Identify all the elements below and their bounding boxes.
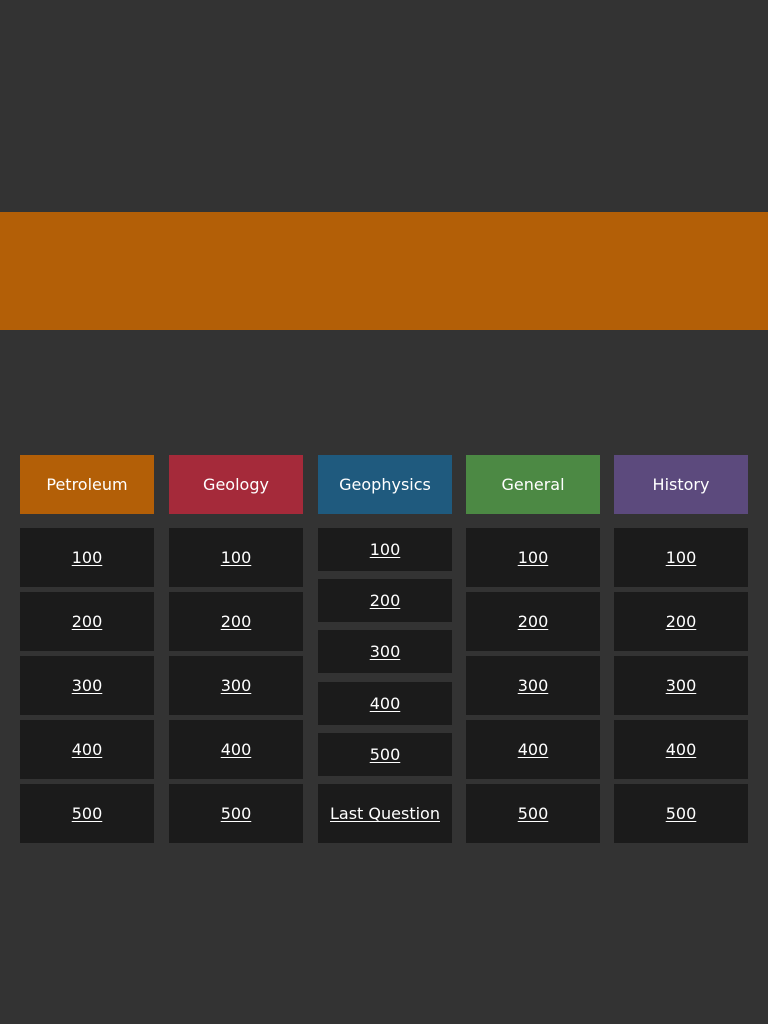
category-geology: Geology	[169, 455, 303, 514]
general-300-button[interactable]: 300	[466, 656, 600, 715]
petroleum-500-button[interactable]: 500	[20, 784, 154, 843]
petroleum-300-button[interactable]: 300	[20, 656, 154, 715]
geophysics-500-button[interactable]: 500	[318, 733, 452, 776]
history-500-button[interactable]: 500	[614, 784, 748, 843]
general-400-button[interactable]: 400	[466, 720, 600, 779]
history-100-button[interactable]: 100	[614, 528, 748, 587]
geophysics-100-button[interactable]: 100	[318, 528, 452, 571]
petroleum-200-button[interactable]: 200	[20, 592, 154, 651]
general-100-button[interactable]: 100	[466, 528, 600, 587]
category-geophysics: Geophysics	[318, 455, 452, 514]
title-banner	[0, 212, 768, 330]
last-question-button[interactable]: Last Question	[318, 784, 452, 843]
geophysics-200-button[interactable]: 200	[318, 579, 452, 622]
geology-500-button[interactable]: 500	[169, 784, 303, 843]
history-300-button[interactable]: 300	[614, 656, 748, 715]
geology-100-button[interactable]: 100	[169, 528, 303, 587]
geology-200-button[interactable]: 200	[169, 592, 303, 651]
history-400-button[interactable]: 400	[614, 720, 748, 779]
category-petroleum: Petroleum	[20, 455, 154, 514]
geophysics-400-button[interactable]: 400	[318, 682, 452, 725]
petroleum-400-button[interactable]: 400	[20, 720, 154, 779]
general-200-button[interactable]: 200	[466, 592, 600, 651]
history-200-button[interactable]: 200	[614, 592, 748, 651]
petroleum-100-button[interactable]: 100	[20, 528, 154, 587]
category-general: General	[466, 455, 600, 514]
category-history: History	[614, 455, 748, 514]
general-500-button[interactable]: 500	[466, 784, 600, 843]
geology-400-button[interactable]: 400	[169, 720, 303, 779]
geophysics-300-button[interactable]: 300	[318, 630, 452, 673]
geology-300-button[interactable]: 300	[169, 656, 303, 715]
